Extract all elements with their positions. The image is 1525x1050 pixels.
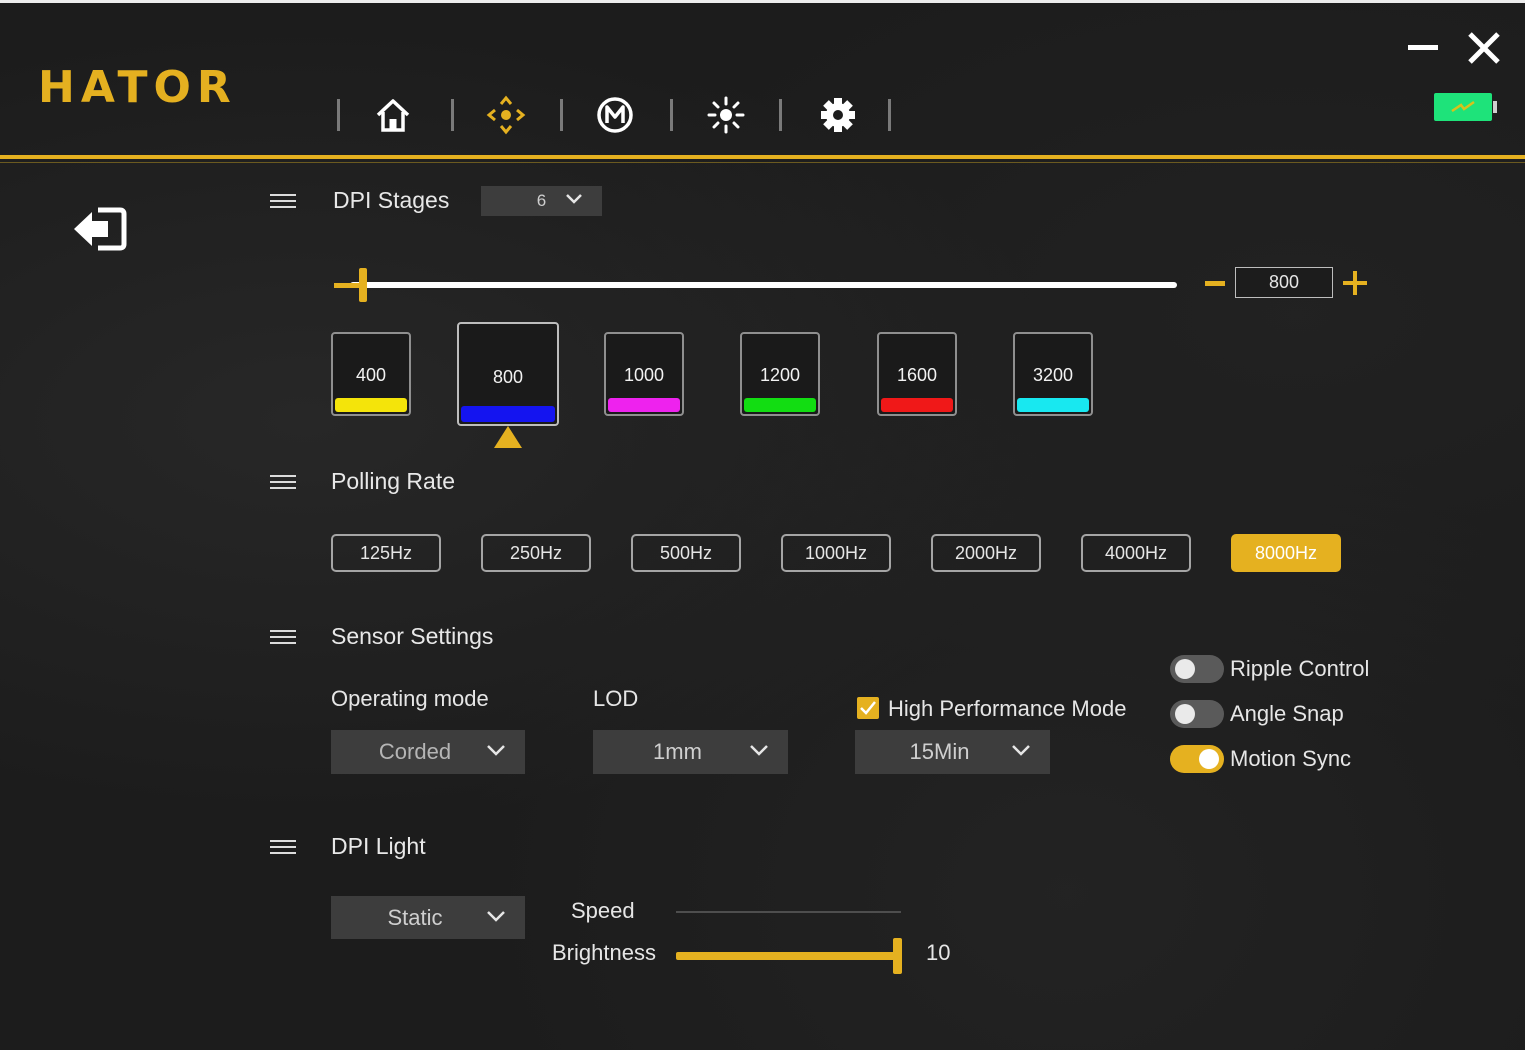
chevron-down-icon [750,745,768,756]
toggle-knob [1175,704,1195,724]
nav-separator [560,99,563,131]
checkmark-icon [860,701,876,715]
dpi-slider-track[interactable] [350,282,1177,288]
minimize-icon[interactable] [1408,33,1440,61]
dpi-stage-value: 400 [355,365,387,385]
active-stage-indicator [494,426,522,448]
menu-icon [270,475,296,491]
polling-rate-option[interactable]: 250Hz [481,534,591,572]
nav-separator [337,99,340,131]
nav-separator [888,99,891,131]
dpi-stages-title: DPI Stages [333,187,450,213]
high-performance-mode-label: High Performance Mode [888,696,1127,721]
speed-slider[interactable] [676,911,901,913]
high-performance-mode-select[interactable]: 15Min [855,730,1050,774]
exit-button[interactable] [70,202,130,256]
high-performance-mode-value: 15Min [909,739,970,764]
lod-label: LOD [593,686,639,711]
dpi-decrease-button[interactable] [1205,281,1225,286]
lod-select[interactable]: 1mm [593,730,788,774]
menu-icon [270,630,296,646]
brightness-slider-thumb[interactable] [893,938,902,974]
gear-icon [821,98,855,132]
operating-mode-label: Operating mode [331,686,489,711]
lod-value: 1mm [653,739,702,764]
dpi-stage-card[interactable]: 800 [457,322,559,426]
tab-lighting[interactable] [705,95,747,135]
dpi-stage-value: 800 [492,367,524,387]
dpi-stage-card[interactable]: 1600 [877,332,957,416]
exit-icon [74,207,127,251]
nav-separator [779,99,782,131]
operating-mode-select[interactable]: Corded [331,730,525,774]
dpi-light-title: DPI Light [331,833,426,859]
dpi-stages-count-select[interactable]: 6 [481,186,602,216]
brightness-label: Brightness [552,940,656,965]
battery-charging-icon [1434,93,1497,121]
tab-buttons[interactable] [485,95,527,135]
dpi-stage-card[interactable]: 3200 [1013,332,1093,416]
sensor-settings-title: Sensor Settings [331,623,494,649]
dpi-stage-card[interactable]: 400 [331,332,411,416]
close-icon[interactable] [1466,30,1502,66]
polling-rate-option[interactable]: 8000Hz [1231,534,1341,572]
dpi-stage-card[interactable]: 1000 [604,332,684,416]
window-top-border [0,0,1525,3]
chevron-down-icon [566,194,582,204]
m-circle-icon [597,97,633,133]
menu-icon [270,840,296,856]
toggle-knob [1199,749,1219,769]
speed-label: Speed [571,898,635,923]
dpi-stage-value: 1200 [759,365,801,385]
brand-logo: HATOR [38,62,237,113]
dpi-stage-color-bar [608,398,680,412]
dpi-stage-card[interactable]: 1200 [740,332,820,416]
operating-mode-value: Corded [378,739,452,764]
polling-rate-option[interactable]: 500Hz [631,534,741,572]
toggle-label: Motion Sync [1230,746,1352,771]
home-icon [376,99,410,132]
menu-icon [270,194,296,210]
dpi-light-mode-value: Static [387,904,443,930]
header-divider [0,155,1525,159]
dpi-stage-color-bar [881,398,953,412]
dpi-stage-value: 1000 [623,365,665,385]
polling-rate-option[interactable]: 4000Hz [1081,534,1191,572]
dpi-stage-color-bar [335,398,407,412]
dpi-light-mode-select[interactable]: Static [331,896,525,939]
dpi-value-input[interactable]: 800 [1235,267,1333,298]
dpi-increase-button[interactable] [1343,271,1367,295]
polling-rate-option[interactable]: 1000Hz [781,534,891,572]
dpi-stages-count-value: 6 [536,191,547,210]
dpi-slider-thumb[interactable] [359,268,368,302]
chevron-down-icon [1012,745,1030,756]
chevron-down-icon [487,910,505,922]
nav-separator [451,99,454,131]
toggle-label: Angle Snap [1230,701,1344,726]
dpi-stage-color-bar [461,406,555,422]
dpi-stage-color-bar [744,398,816,412]
dpi-stage-value: 3200 [1032,365,1074,385]
crosshair-arrows-icon [486,95,526,135]
tab-macros[interactable] [594,95,636,135]
polling-rate-title: Polling Rate [331,468,456,494]
toggle-switch[interactable] [1170,655,1224,683]
polling-rate-option[interactable]: 125Hz [331,534,441,572]
brightness-value: 10 [926,940,951,965]
chevron-down-icon [487,745,505,756]
dpi-stage-color-bar [1017,398,1089,412]
nav-separator [670,99,673,131]
header-divider-shadow [0,162,1525,163]
tab-settings[interactable] [817,95,859,135]
sun-icon [707,96,745,134]
dpi-stage-value: 1600 [896,365,938,385]
toggle-label: Ripple Control [1230,656,1370,681]
toggle-switch[interactable] [1170,745,1224,773]
polling-rate-option[interactable]: 2000Hz [931,534,1041,572]
toggle-switch[interactable] [1170,700,1224,728]
toggle-knob [1175,659,1195,679]
tab-home[interactable] [372,95,414,135]
high-performance-mode-checkbox[interactable] [857,697,879,719]
brightness-slider[interactable] [676,952,896,960]
